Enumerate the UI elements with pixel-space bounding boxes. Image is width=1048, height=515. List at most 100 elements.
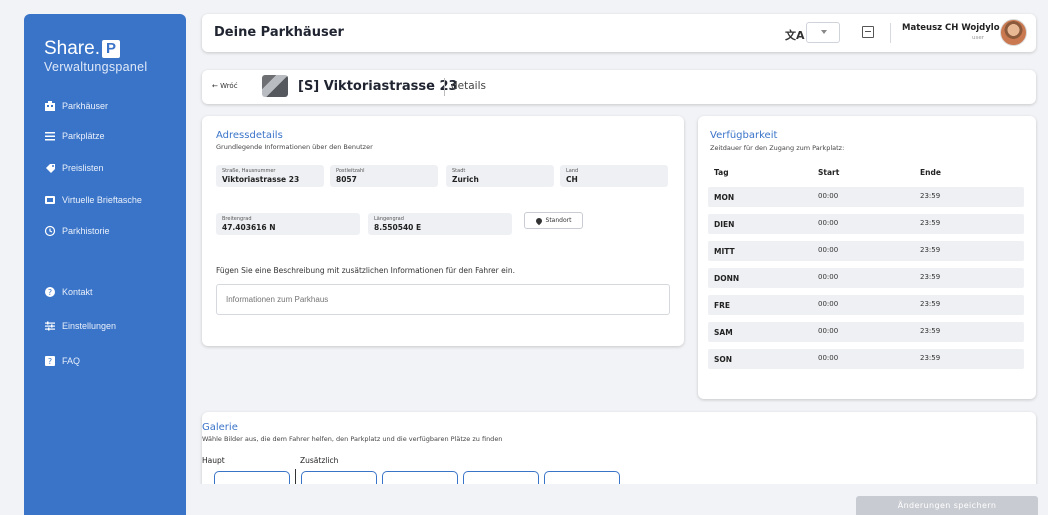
sidebar-item-brieftasche[interactable]: Virtuelle Brieftasche bbox=[44, 194, 142, 206]
latitude-value: 47.403616 N bbox=[222, 223, 276, 232]
zip-value: 8057 bbox=[336, 175, 357, 184]
zip-label: Postleitzahl bbox=[336, 168, 365, 174]
chevron-down-icon bbox=[821, 30, 827, 34]
end-cell: 23:59 bbox=[920, 246, 941, 254]
tab-main[interactable]: Haupt bbox=[202, 456, 225, 465]
sidebar-item-label: Parkplätze bbox=[62, 131, 105, 141]
table-row[interactable]: FRE 00:00 23:59 bbox=[708, 295, 1024, 315]
day-cell: SAM bbox=[714, 328, 733, 337]
parking-thumbnail bbox=[262, 75, 288, 97]
longitude-field[interactable]: Längengrad 8.550540 E bbox=[368, 213, 512, 235]
sidebar-item-preislisten[interactable]: Preislisten bbox=[44, 162, 104, 174]
end-cell: 23:59 bbox=[920, 192, 941, 200]
gallery-title: Galerie bbox=[202, 422, 238, 433]
logout-icon[interactable] bbox=[862, 26, 874, 38]
availability-subtitle: Zeitdauer für den Zugang zum Parkplatz: bbox=[710, 144, 845, 152]
page-title: Deine Parkhäuser bbox=[214, 25, 344, 40]
tab-extra[interactable]: Zusätzlich bbox=[300, 456, 338, 465]
table-row[interactable]: DONN 00:00 23:59 bbox=[708, 268, 1024, 288]
sidebar-item-label: Parkhäuser bbox=[62, 101, 109, 111]
history-icon bbox=[44, 225, 56, 237]
country-value: CH bbox=[566, 175, 578, 184]
sidebar-item-label: FAQ bbox=[62, 356, 81, 366]
tag-icon bbox=[44, 162, 56, 174]
start-cell: 00:00 bbox=[818, 300, 839, 308]
sidebar-item-einstellungen[interactable]: Einstellungen bbox=[44, 320, 116, 332]
parking-name: [S] Viktoriastrasse 23 bbox=[298, 79, 458, 94]
header-bar: Deine Parkhäuser 文A Mateusz CH Wojdylo u… bbox=[202, 14, 1036, 52]
description-input[interactable] bbox=[216, 284, 670, 315]
country-label: Land bbox=[566, 168, 579, 174]
table-row[interactable]: MON 00:00 23:59 bbox=[708, 187, 1024, 207]
breadcrumb-details: details bbox=[451, 80, 486, 92]
longitude-value: 8.550540 E bbox=[374, 223, 422, 232]
sidebar-item-faq[interactable]: ? FAQ bbox=[44, 355, 80, 367]
end-cell: 23:59 bbox=[920, 327, 941, 335]
column-header-start: Start bbox=[818, 168, 840, 177]
end-cell: 23:59 bbox=[920, 354, 941, 362]
description-hint: Fügen Sie eine Beschreibung mit zusätzli… bbox=[216, 266, 515, 275]
map-pin-icon bbox=[534, 216, 543, 225]
user-role: user bbox=[972, 35, 984, 41]
day-cell: DONN bbox=[714, 274, 740, 283]
sidebar-item-parkplaetze[interactable]: Parkplätze bbox=[44, 130, 105, 142]
sliders-icon bbox=[44, 320, 56, 332]
zip-field[interactable]: Postleitzahl 8057 bbox=[330, 165, 438, 187]
sidebar-item-parkhistorie[interactable]: Parkhistorie bbox=[44, 225, 110, 237]
table-row[interactable]: SON 00:00 23:59 bbox=[708, 349, 1024, 369]
country-field[interactable]: Land CH bbox=[560, 165, 668, 187]
breadcrumb-divider bbox=[444, 78, 445, 96]
sidebar-item-kontakt[interactable]: ? Kontakt bbox=[44, 286, 93, 298]
sidebar-item-parkhaeuser[interactable]: Parkhäuser bbox=[44, 100, 108, 112]
svg-text:?: ? bbox=[48, 357, 52, 366]
svg-text:?: ? bbox=[48, 288, 52, 297]
wallet-icon bbox=[44, 194, 56, 206]
city-field[interactable]: Stadt Zurich bbox=[446, 165, 554, 187]
sidebar-item-label: Virtuelle Brieftasche bbox=[62, 195, 142, 205]
end-cell: 23:59 bbox=[920, 219, 941, 227]
address-card: Adressdetails Grundlegende Informationen… bbox=[202, 116, 684, 346]
city-label: Stadt bbox=[452, 168, 466, 174]
header-divider bbox=[890, 23, 891, 43]
location-button-label: Standort bbox=[545, 217, 572, 224]
app-logo[interactable]: Share. P bbox=[44, 38, 120, 60]
logo-mark: P bbox=[101, 40, 120, 58]
availability-title: Verfügbarkeit bbox=[710, 130, 778, 141]
sidebar-item-label: Kontakt bbox=[62, 287, 93, 297]
street-field[interactable]: Straße, Hausnummer Viktoriastrasse 23 bbox=[216, 165, 324, 187]
logo-text: Share. bbox=[44, 38, 100, 59]
table-row[interactable]: SAM 00:00 23:59 bbox=[708, 322, 1024, 342]
list-icon bbox=[44, 130, 56, 142]
start-cell: 00:00 bbox=[818, 273, 839, 281]
start-cell: 00:00 bbox=[818, 246, 839, 254]
street-value: Viktoriastrasse 23 bbox=[222, 175, 300, 184]
day-cell: MITT bbox=[714, 247, 735, 256]
start-cell: 00:00 bbox=[818, 219, 839, 227]
avatar[interactable] bbox=[1000, 19, 1027, 46]
longitude-label: Längengrad bbox=[374, 216, 404, 222]
latitude-field[interactable]: Breitengrad 47.403616 N bbox=[216, 213, 360, 235]
back-button[interactable]: ← Wróć bbox=[212, 82, 238, 90]
save-button[interactable]: Änderungen speichern bbox=[856, 496, 1038, 515]
day-cell: FRE bbox=[714, 301, 731, 310]
location-button[interactable]: Standort bbox=[524, 212, 583, 229]
column-header-day: Tag bbox=[714, 168, 729, 177]
breadcrumb: ← Wróć [S] Viktoriastrasse 23 details bbox=[202, 70, 1036, 104]
address-subtitle: Grundlegende Informationen über den Benu… bbox=[216, 143, 373, 151]
day-cell: DIEN bbox=[714, 220, 735, 229]
day-cell: MON bbox=[714, 193, 735, 202]
address-title: Adressdetails bbox=[216, 130, 283, 141]
table-row[interactable]: DIEN 00:00 23:59 bbox=[708, 214, 1024, 234]
user-name[interactable]: Mateusz CH Wojdylo bbox=[902, 23, 1000, 33]
language-select[interactable] bbox=[806, 22, 840, 43]
translate-icon[interactable]: 文A bbox=[785, 27, 805, 43]
street-label: Straße, Hausnummer bbox=[222, 168, 276, 174]
gallery-subtitle: Wähle Bilder aus, die dem Fahrer helfen,… bbox=[202, 435, 503, 443]
sidebar-item-label: Einstellungen bbox=[62, 321, 117, 331]
start-cell: 00:00 bbox=[818, 192, 839, 200]
table-row[interactable]: MITT 00:00 23:59 bbox=[708, 241, 1024, 261]
end-cell: 23:59 bbox=[920, 273, 941, 281]
column-header-end: Ende bbox=[920, 168, 941, 177]
start-cell: 00:00 bbox=[818, 354, 839, 362]
availability-card: Verfügbarkeit Zeitdauer für den Zugang z… bbox=[698, 116, 1036, 399]
